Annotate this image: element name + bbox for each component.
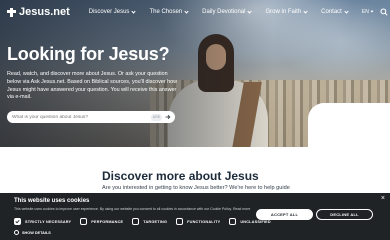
gear-icon <box>14 230 19 235</box>
hero-corner-cutout <box>308 103 390 147</box>
chevron-down-icon <box>184 8 189 14</box>
language-label: EN <box>361 9 369 15</box>
cookie-options: STRICTLY NECESSARY PERFORMANCE TARGETING… <box>14 218 280 225</box>
chevron-down-icon <box>344 8 349 14</box>
cross-icon <box>7 7 16 17</box>
menu-item-label: Discover Jesus <box>88 9 130 15</box>
main-menu: Discover Jesus The Chosen Daily Devotion… <box>88 8 362 15</box>
logo-text: Jesus.net <box>19 6 70 18</box>
chevron-down-icon <box>303 8 308 14</box>
chevron-down-icon <box>247 8 253 14</box>
cookie-option-functionality[interactable]: FUNCTIONALITY <box>176 218 220 225</box>
discover-subtitle: Are you interested in getting to know Je… <box>102 185 290 191</box>
cookie-option-targeting[interactable]: TARGETING <box>132 218 167 225</box>
checkbox-icon[interactable] <box>176 218 184 225</box>
site-logo[interactable]: Jesus.net <box>7 6 70 18</box>
decline-all-button[interactable]: DECLINE ALL <box>316 209 373 220</box>
menu-item-discover-jesus[interactable]: Discover Jesus <box>88 8 137 15</box>
close-icon[interactable]: × <box>381 195 385 202</box>
accept-all-button[interactable]: ACCEPT ALL <box>256 209 313 220</box>
menu-item-grow-in-faith[interactable]: Grow in Faith <box>265 8 308 15</box>
cookie-option-label: FUNCTIONALITY <box>187 219 221 224</box>
discover-heading: Discover more about Jesus <box>102 169 259 183</box>
show-details-toggle[interactable]: SHOW DETAILS <box>14 230 51 235</box>
chevron-down-icon <box>370 9 374 13</box>
menu-item-the-chosen[interactable]: The Chosen <box>149 8 189 15</box>
menu-item-label: Contact <box>321 9 342 15</box>
cookie-option-performance[interactable]: PERFORMANCE <box>80 218 123 225</box>
top-navigation: Jesus.net Discover Jesus The Chosen Dail… <box>0 0 390 24</box>
ask-button[interactable]: ASK <box>151 113 162 121</box>
checkbox-icon[interactable] <box>229 218 237 225</box>
cookie-option-strictly-necessary[interactable]: STRICTLY NECESSARY <box>14 218 71 225</box>
checkbox-checked-icon[interactable] <box>14 218 21 225</box>
checkbox-icon[interactable] <box>80 218 88 225</box>
menu-item-contact[interactable]: Contact <box>321 8 349 15</box>
cookie-banner: This website uses cookies This website u… <box>0 193 390 240</box>
menu-item-label: The Chosen <box>149 9 183 15</box>
search-icon[interactable] <box>380 8 388 17</box>
cookie-option-label: PERFORMANCE <box>91 219 124 224</box>
question-input[interactable] <box>12 114 151 120</box>
hero-description: Read, watch, and discover more about Jes… <box>7 71 178 101</box>
question-search-bar: ASK <box>7 111 175 123</box>
chevron-down-icon <box>131 8 137 14</box>
show-details-label: SHOW DETAILS <box>22 230 51 235</box>
cookie-option-label: TARGETING <box>143 219 168 224</box>
cookie-option-label: STRICTLY NECESSARY <box>25 219 72 224</box>
cookie-option-label: UNCLASSIFIED <box>240 219 271 224</box>
hero-title: Looking for Jesus? <box>7 44 170 64</box>
cookie-title: This website uses cookies <box>14 198 90 204</box>
menu-item-label: Daily Devotional <box>202 9 246 15</box>
menu-item-label: Grow in Faith <box>265 9 302 15</box>
arrow-right-icon[interactable] <box>164 113 172 121</box>
menu-item-daily-devotional[interactable]: Daily Devotional <box>202 8 253 15</box>
language-selector[interactable]: EN <box>361 9 374 15</box>
checkbox-icon[interactable] <box>132 218 140 225</box>
cookie-description: This website uses cookies to improve use… <box>14 207 251 211</box>
